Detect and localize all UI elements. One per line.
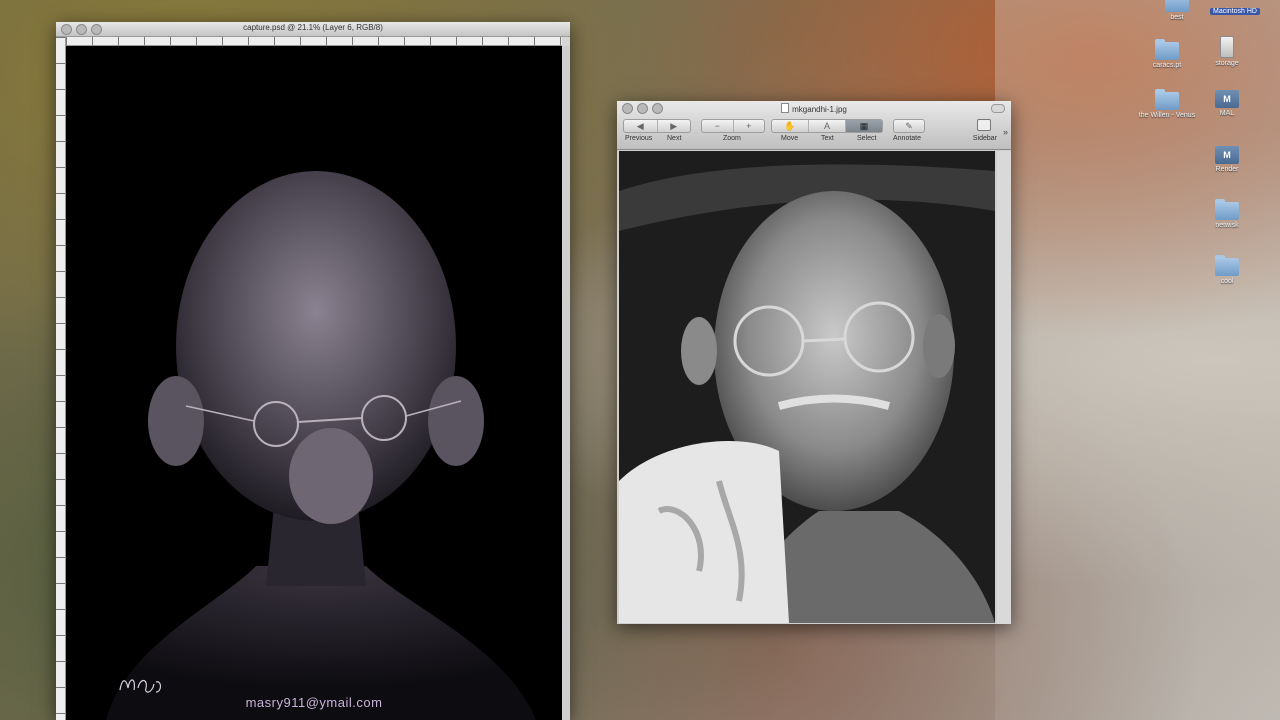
previous-button[interactable]: ◀ xyxy=(624,120,658,132)
text-label: Text xyxy=(821,135,834,142)
drive-icon xyxy=(1220,36,1234,58)
caricature-artwork xyxy=(106,171,536,720)
zoom-label: Zoom xyxy=(723,135,741,142)
document-icon xyxy=(781,103,790,113)
desktop-icon-netwisk[interactable]: netwisk xyxy=(1192,199,1262,230)
desktop-icon-best[interactable]: best xyxy=(1142,0,1212,22)
desktop-icon-cool[interactable]: cool xyxy=(1192,255,1262,286)
select-tool-button[interactable]: ▦ xyxy=(846,120,882,132)
ps-window-title: capture.psd @ 21.1% (Layer 6, RGB/8) xyxy=(243,23,383,32)
text-tool-button[interactable]: A xyxy=(809,120,846,132)
mail-icon: M xyxy=(1215,90,1239,108)
folder-icon xyxy=(1155,89,1179,110)
gandhi-photo[interactable] xyxy=(619,151,995,623)
select-label: Select xyxy=(857,135,877,142)
folder-icon xyxy=(1215,255,1239,276)
desktop-icon-render[interactable]: M Render xyxy=(1192,146,1262,174)
zoom-in-button[interactable]: + xyxy=(734,120,765,132)
desktop-icon-storage[interactable]: storage xyxy=(1192,36,1262,68)
preview-window-title: mkgandhi-1.jpg xyxy=(617,103,1011,114)
render-icon: M xyxy=(1215,146,1239,164)
move-tool-button[interactable]: ✋ xyxy=(772,120,809,132)
macintosh-hd-label[interactable]: Macintosh HD xyxy=(1210,8,1260,15)
annotate-label: Annotate xyxy=(893,135,922,142)
toolbar-overflow-icon[interactable]: » xyxy=(1003,127,1008,137)
folder-icon xyxy=(1165,0,1189,12)
artist-signature xyxy=(119,679,162,693)
preview-toolbar[interactable]: mkgandhi-1.jpg ◀ ▶ Previous Next − + Zoo… xyxy=(617,101,1011,150)
annotate-button[interactable]: ✎ xyxy=(894,120,924,132)
previous-label: Previous xyxy=(625,135,653,142)
zoom-group: − + xyxy=(701,119,765,133)
sidebar-button[interactable] xyxy=(977,119,991,131)
desktop-icon-mal[interactable]: M MAL xyxy=(1192,90,1262,118)
move-label: Move xyxy=(781,135,799,142)
preview-window: mkgandhi-1.jpg ◀ ▶ Previous Next − + Zoo… xyxy=(617,101,1011,624)
ps-canvas[interactable]: masry911@ymail.com xyxy=(66,46,562,720)
sidebar-label: Sidebar xyxy=(972,135,997,142)
horizontal-ruler[interactable] xyxy=(66,37,562,46)
toolbar-toggle-button[interactable] xyxy=(991,104,1005,113)
preview-vertical-scrollbar[interactable] xyxy=(997,151,1011,624)
zoom-out-button[interactable]: − xyxy=(702,120,734,132)
next-button[interactable]: ▶ xyxy=(658,120,691,132)
folder-icon xyxy=(1215,199,1239,220)
ps-vertical-scrollbar[interactable] xyxy=(562,46,570,720)
next-label: Next xyxy=(667,135,682,142)
photo-content xyxy=(619,151,995,623)
ps-titlebar[interactable]: capture.psd @ 21.1% (Layer 6, RGB/8) xyxy=(56,22,570,37)
artist-email: masry911@ymail.com xyxy=(245,695,383,710)
photoshop-document-window: capture.psd @ 21.1% (Layer 6, RGB/8) mas… xyxy=(56,22,570,720)
folder-icon xyxy=(1155,39,1179,60)
vertical-ruler[interactable] xyxy=(56,37,66,720)
prev-next-group: ◀ ▶ xyxy=(623,119,691,133)
annotate-group: ✎ xyxy=(893,119,925,133)
desktop-icons: Macintosh HD best caracs.pt storage the … xyxy=(1132,0,1262,300)
tool-group: ✋ A ▦ xyxy=(771,119,883,133)
